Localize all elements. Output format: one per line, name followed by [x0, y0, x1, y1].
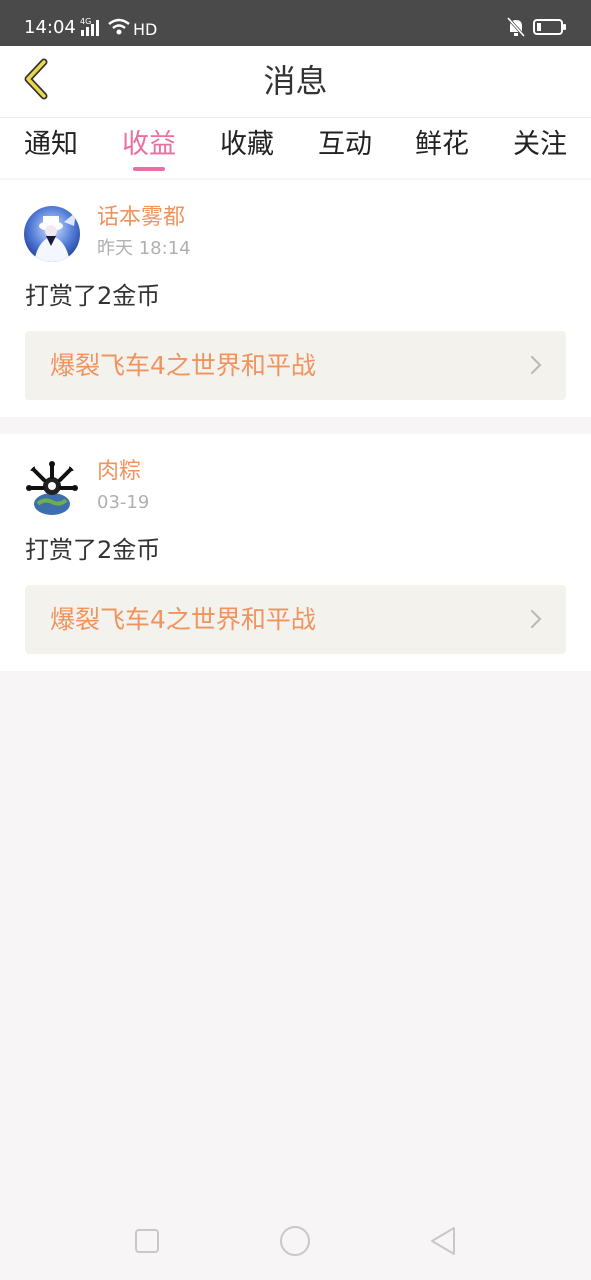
chevron-right-icon — [530, 355, 542, 379]
status-icons-right — [506, 17, 567, 41]
system-nav-bar — [0, 1200, 591, 1280]
status-time: 14:04 — [24, 17, 76, 38]
message-card: 话本雾都 昨天 18:14 打赏了2金币 爆裂飞车4之世界和平战 — [0, 180, 591, 417]
battery-icon — [533, 18, 567, 40]
book-title: 爆裂飞车4之世界和平战 — [50, 351, 316, 380]
timestamp: 03-19 — [97, 492, 150, 513]
avatar[interactable] — [24, 460, 80, 516]
chevron-right-icon — [530, 609, 542, 633]
book-link[interactable]: 爆裂飞车4之世界和平战 — [25, 331, 566, 400]
wifi-icon — [108, 18, 130, 40]
hd-indicator: HD — [133, 19, 158, 39]
tab-notifications[interactable]: 通知 — [11, 126, 91, 164]
book-title: 爆裂飞车4之世界和平战 — [50, 605, 316, 634]
network-type-label: 4G — [80, 17, 91, 26]
tab-bar: 通知 收益 收藏 互动 鲜花 关注 — [0, 118, 591, 178]
tab-active-indicator — [133, 167, 165, 171]
message-text: 打赏了2金币 — [25, 536, 161, 564]
tab-following[interactable]: 关注 — [500, 126, 580, 164]
mute-icon — [506, 17, 526, 41]
username[interactable]: 肉粽 — [97, 458, 141, 486]
page-title: 消息 — [263, 62, 328, 100]
recent-apps-icon[interactable] — [130, 1224, 164, 1258]
signal-icon: 4G — [80, 17, 104, 41]
avatar[interactable] — [24, 206, 80, 262]
tab-earnings[interactable]: 收益 — [109, 126, 189, 164]
header-bar: 消息 — [0, 46, 591, 118]
tab-flowers[interactable]: 鲜花 — [402, 126, 482, 164]
username[interactable]: 话本雾都 — [97, 204, 185, 232]
message-text: 打赏了2金币 — [25, 282, 161, 310]
home-icon[interactable] — [278, 1224, 312, 1258]
book-link[interactable]: 爆裂飞车4之世界和平战 — [25, 585, 566, 654]
message-card: 肉粽 03-19 打赏了2金币 爆裂飞车4之世界和平战 — [0, 434, 591, 671]
timestamp: 昨天 18:14 — [97, 238, 191, 259]
status-bar: 14:04 4G HD — [0, 0, 591, 46]
tab-interactions[interactable]: 互动 — [305, 126, 385, 164]
status-icons-left: 4G HD — [80, 17, 157, 41]
tab-favorites[interactable]: 收藏 — [207, 126, 287, 164]
back-icon[interactable] — [426, 1224, 460, 1258]
